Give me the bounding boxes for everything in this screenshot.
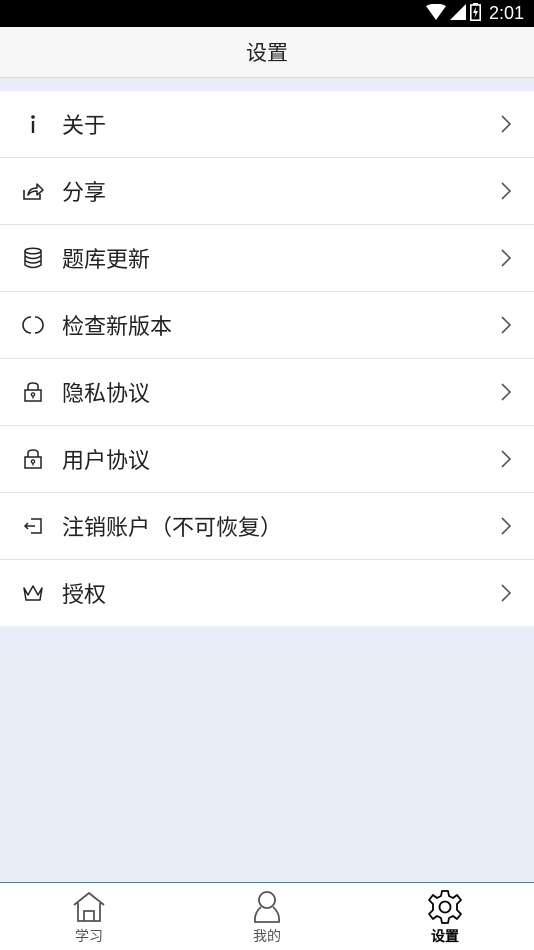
lock-icon [22,381,44,403]
chevron-right-icon [501,182,512,200]
share-icon [22,180,44,202]
chevron-right-icon [501,584,512,602]
nav-label: 设置 [431,929,459,945]
chevron-right-icon [501,249,512,267]
logout-icon [22,515,44,537]
nav-label: 学习 [75,929,103,945]
chevron-right-icon [501,115,512,133]
gear-icon [427,889,463,925]
chevron-right-icon [501,517,512,535]
user-icon [249,889,285,925]
menu-item-label: 关于 [62,114,107,139]
settings-menu: 关于 分享 题库更新 检查新版本 隐私协议 用户协议 注销账户（不可恢复） 授权 [0,91,534,626]
nav-tab-study[interactable]: 学习 [0,883,178,950]
status-icons: 2:01 [425,0,524,27]
nav-label: 我的 [253,929,281,945]
info-icon [22,113,44,135]
status-time: 2:01 [488,3,524,23]
nav-tab-settings[interactable]: 设置 [356,883,534,950]
menu-item-label: 用户协议 [62,449,151,474]
menu-item-label: 检查新版本 [62,315,173,340]
menu-item-share[interactable]: 分享 [0,158,534,225]
menu-item-label: 题库更新 [62,248,151,273]
lock-icon [22,448,44,470]
menu-item-delete-account[interactable]: 注销账户（不可恢复） [0,493,534,560]
bottom-nav: 学习 我的 设置 [0,882,534,950]
menu-item-check-update[interactable]: 检查新版本 [0,292,534,359]
database-icon [22,247,44,269]
crown-icon [22,582,44,604]
status-bar: 2:01 [0,0,534,27]
home-icon [71,889,107,925]
page-title: 设置 [246,41,288,65]
menu-item-label: 隐私协议 [62,382,151,407]
menu-item-label: 注销账户（不可恢复） [62,516,283,541]
menu-item-authorization[interactable]: 授权 [0,560,534,626]
battery-icon [469,2,481,25]
menu-item-about[interactable]: 关于 [0,91,534,158]
chevron-right-icon [501,316,512,334]
menu-item-label: 授权 [62,583,107,608]
chevron-right-icon [501,450,512,468]
signal-icon [449,3,466,24]
wifi-icon [425,3,446,24]
app-header: 设置 [0,27,534,78]
menu-item-user-agreement[interactable]: 用户协议 [0,426,534,493]
menu-item-label: 分享 [62,181,107,206]
refresh-icon [22,314,44,336]
nav-tab-mine[interactable]: 我的 [178,883,356,950]
chevron-right-icon [501,383,512,401]
menu-item-privacy-policy[interactable]: 隐私协议 [0,359,534,426]
menu-item-question-bank-update[interactable]: 题库更新 [0,225,534,292]
